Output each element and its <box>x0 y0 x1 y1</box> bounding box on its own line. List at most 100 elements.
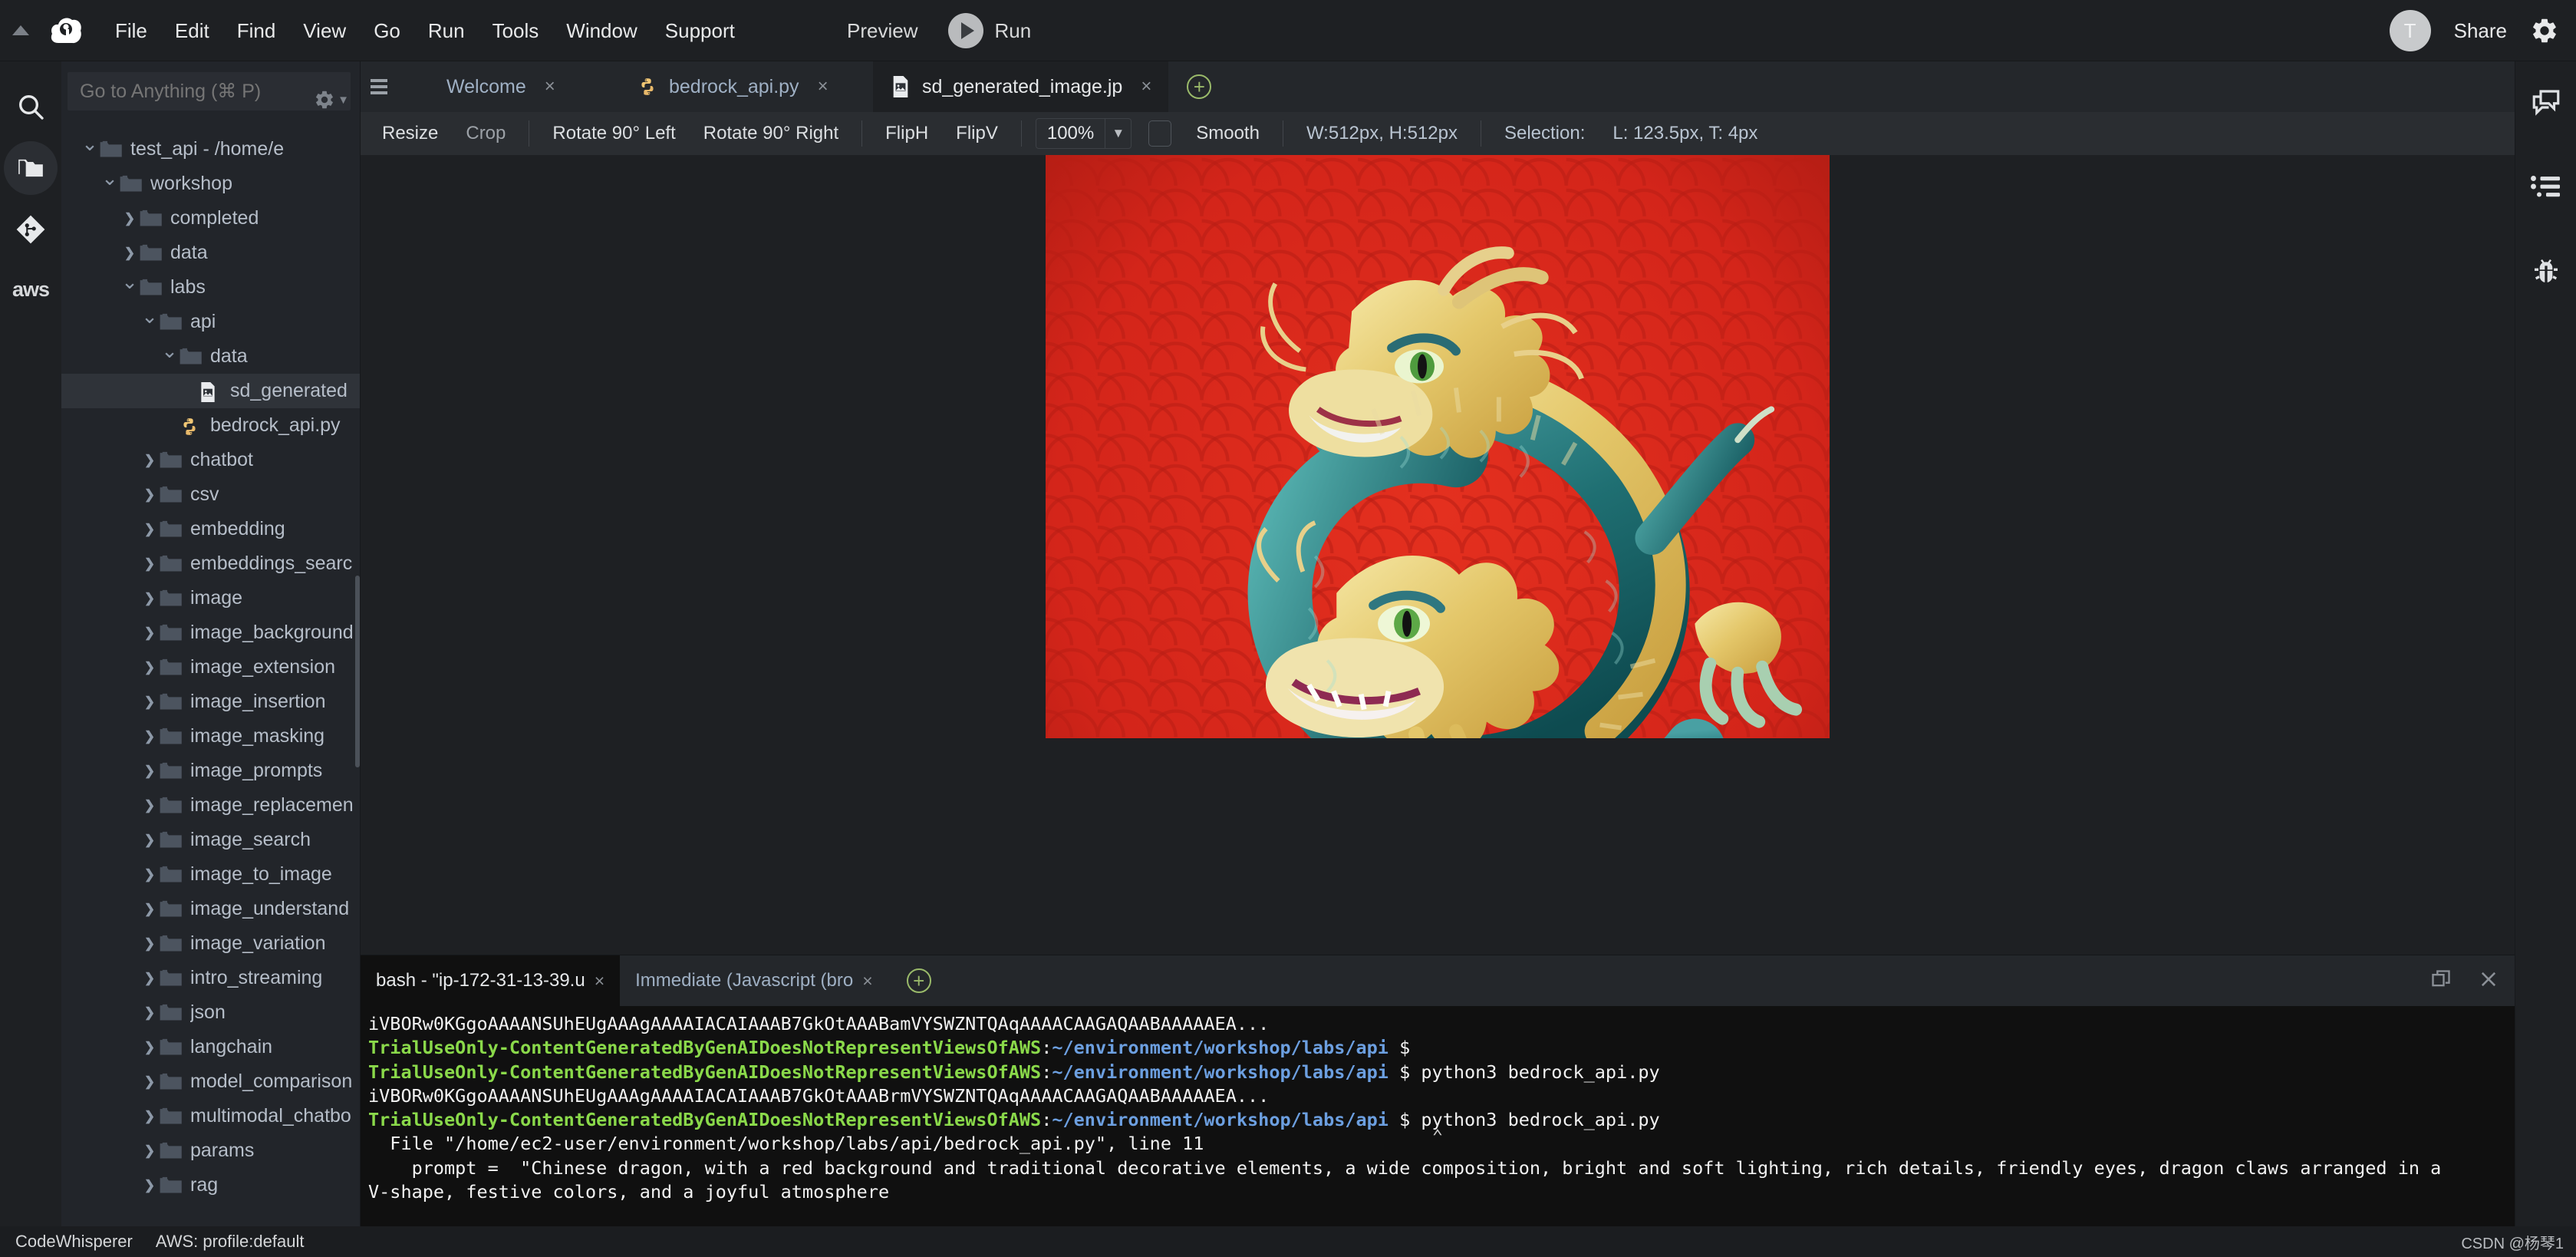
flip-horizontal-button[interactable]: FlipH <box>871 118 942 149</box>
tree-item-intro-streaming[interactable]: intro_streaming <box>61 961 360 995</box>
rotate-left-button[interactable]: Rotate 90° Left <box>539 118 689 149</box>
chevron-right-icon[interactable] <box>140 1040 160 1055</box>
menu-view[interactable]: View <box>289 15 360 47</box>
menu-find[interactable]: Find <box>223 15 290 47</box>
close-icon[interactable]: × <box>595 971 604 991</box>
chevron-right-icon[interactable] <box>120 211 140 226</box>
tree-item-embedding[interactable]: embedding <box>61 512 360 546</box>
chevron-up-icon[interactable]: ⌃ <box>1432 1125 1443 1149</box>
tree-item-embeddings-searc[interactable]: embeddings_searc <box>61 546 360 581</box>
gear-icon[interactable] <box>2530 16 2559 45</box>
chevron-right-icon[interactable] <box>120 246 140 261</box>
hamburger-icon[interactable] <box>361 61 397 112</box>
menu-tools[interactable]: Tools <box>479 15 553 47</box>
chevron-right-icon[interactable] <box>140 1109 160 1124</box>
tree-item-params[interactable]: params <box>61 1133 360 1168</box>
chevron-right-icon[interactable] <box>140 453 160 468</box>
chevron-right-icon[interactable] <box>140 971 160 986</box>
close-icon[interactable]: × <box>1141 76 1151 97</box>
tab-sd-generated-image[interactable]: sd_generated_image.jp × <box>873 61 1169 112</box>
chevron-right-icon[interactable] <box>140 1178 160 1193</box>
tree-item-sd-generated[interactable]: sd_generated <box>61 374 360 408</box>
terminal-tab-bash[interactable]: bash - "ip-172-31-13-39.u × <box>361 955 621 1006</box>
chevron-right-icon[interactable] <box>140 867 160 883</box>
aws-logo[interactable]: aws <box>12 278 50 302</box>
tree-item-model-comparison[interactable]: model_comparison <box>61 1064 360 1099</box>
menu-window[interactable]: Window <box>552 15 651 47</box>
tree-item-api[interactable]: api <box>61 305 360 339</box>
smooth-checkbox[interactable] <box>1148 120 1172 147</box>
tree-item-test-api-home-e[interactable]: test_api - /home/e <box>61 132 360 167</box>
chevron-right-icon[interactable] <box>140 764 160 779</box>
cloud9-logo-icon[interactable] <box>41 15 91 46</box>
run-button[interactable]: Run <box>948 13 1031 48</box>
search-input[interactable] <box>68 72 351 111</box>
new-terminal-button[interactable]: + <box>888 955 950 1006</box>
tree-item-image-background[interactable]: image_background <box>61 615 360 650</box>
menu-go[interactable]: Go <box>360 15 414 47</box>
chevron-right-icon[interactable] <box>140 694 160 710</box>
tree-item-image-insertion[interactable]: image_insertion <box>61 685 360 719</box>
tree-item-labs[interactable]: labs <box>61 270 360 305</box>
chevron-down-icon[interactable] <box>100 172 120 196</box>
comment-icon[interactable] <box>2525 81 2567 123</box>
image-canvas[interactable] <box>361 155 2515 955</box>
chevron-right-icon[interactable] <box>140 522 160 537</box>
zoom-select[interactable]: 100% ▼ <box>1035 118 1132 149</box>
chevron-right-icon[interactable] <box>140 936 160 952</box>
tree-item-image[interactable]: image <box>61 581 360 615</box>
tree-item-data[interactable]: data <box>61 236 360 270</box>
tree-item-image-variation[interactable]: image_variation <box>61 926 360 961</box>
tree-item-image-to-image[interactable]: image_to_image <box>61 857 360 892</box>
menu-support[interactable]: Support <box>651 15 749 47</box>
folder-icon[interactable] <box>4 141 58 195</box>
chevron-right-icon[interactable] <box>140 729 160 744</box>
close-icon[interactable] <box>2478 968 2499 994</box>
terminal-tab-immediate[interactable]: Immediate (Javascript (bro × <box>620 955 888 1006</box>
chevron-down-icon[interactable] <box>120 275 140 299</box>
chevron-right-icon[interactable] <box>140 487 160 503</box>
git-icon[interactable] <box>4 203 58 256</box>
flip-vertical-button[interactable]: FlipV <box>942 118 1012 149</box>
menu-file[interactable]: File <box>101 15 161 47</box>
tree-item-image-replacemen[interactable]: image_replacemen <box>61 788 360 823</box>
search-icon[interactable] <box>4 80 58 134</box>
chevron-right-icon[interactable] <box>140 1074 160 1090</box>
chevron-right-icon[interactable] <box>140 798 160 813</box>
chevron-right-icon[interactable] <box>140 902 160 917</box>
tree-item-image-search[interactable]: image_search <box>61 823 360 857</box>
outline-icon[interactable] <box>2525 166 2567 207</box>
close-icon[interactable]: × <box>545 76 555 97</box>
tree-item-image-masking[interactable]: image_masking <box>61 719 360 754</box>
maximize-icon[interactable] <box>2430 968 2452 994</box>
tree-item-csv[interactable]: csv <box>61 477 360 512</box>
tree-item-chatbot[interactable]: chatbot <box>61 443 360 477</box>
chevron-right-icon[interactable] <box>140 660 160 675</box>
tree-item-multimodal-chatbo[interactable]: multimodal_chatbo <box>61 1099 360 1133</box>
menu-edit[interactable]: Edit <box>161 15 223 47</box>
close-icon[interactable]: × <box>818 76 828 97</box>
share-button[interactable]: Share <box>2454 19 2507 43</box>
chevron-down-icon[interactable] <box>140 310 160 334</box>
terminal-output[interactable]: iVBORw0KGgoAAAANSUhEUgAAAgAAAAIACAIAAAB7… <box>361 1006 2515 1226</box>
tree-item-image-understand[interactable]: image_understand <box>61 892 360 926</box>
chevron-right-icon[interactable] <box>140 1143 160 1159</box>
chevron-right-icon[interactable] <box>140 1005 160 1021</box>
tree-item-image-prompts[interactable]: image_prompts <box>61 754 360 788</box>
bug-icon[interactable] <box>2525 250 2567 292</box>
tree-item-data[interactable]: data <box>61 339 360 374</box>
scrollbar[interactable] <box>355 576 360 767</box>
tree-item-completed[interactable]: completed <box>61 201 360 236</box>
tree-item-image-extension[interactable]: image_extension <box>61 650 360 685</box>
tree-item-json[interactable]: json <box>61 995 360 1030</box>
close-icon[interactable]: × <box>862 971 872 991</box>
avatar[interactable]: T <box>2389 10 2431 51</box>
tree-item-rag[interactable]: rag <box>61 1168 360 1203</box>
tree-item-bedrock-api-py[interactable]: bedrock_api.py <box>61 408 360 443</box>
chevron-down-icon[interactable] <box>160 345 180 368</box>
crop-button[interactable]: Crop <box>452 118 519 149</box>
preview-button[interactable]: Preview <box>836 15 928 48</box>
resize-button[interactable]: Resize <box>368 118 452 149</box>
chevron-right-icon[interactable] <box>140 556 160 572</box>
aws-profile-status[interactable]: AWS: profile:default <box>156 1232 305 1252</box>
